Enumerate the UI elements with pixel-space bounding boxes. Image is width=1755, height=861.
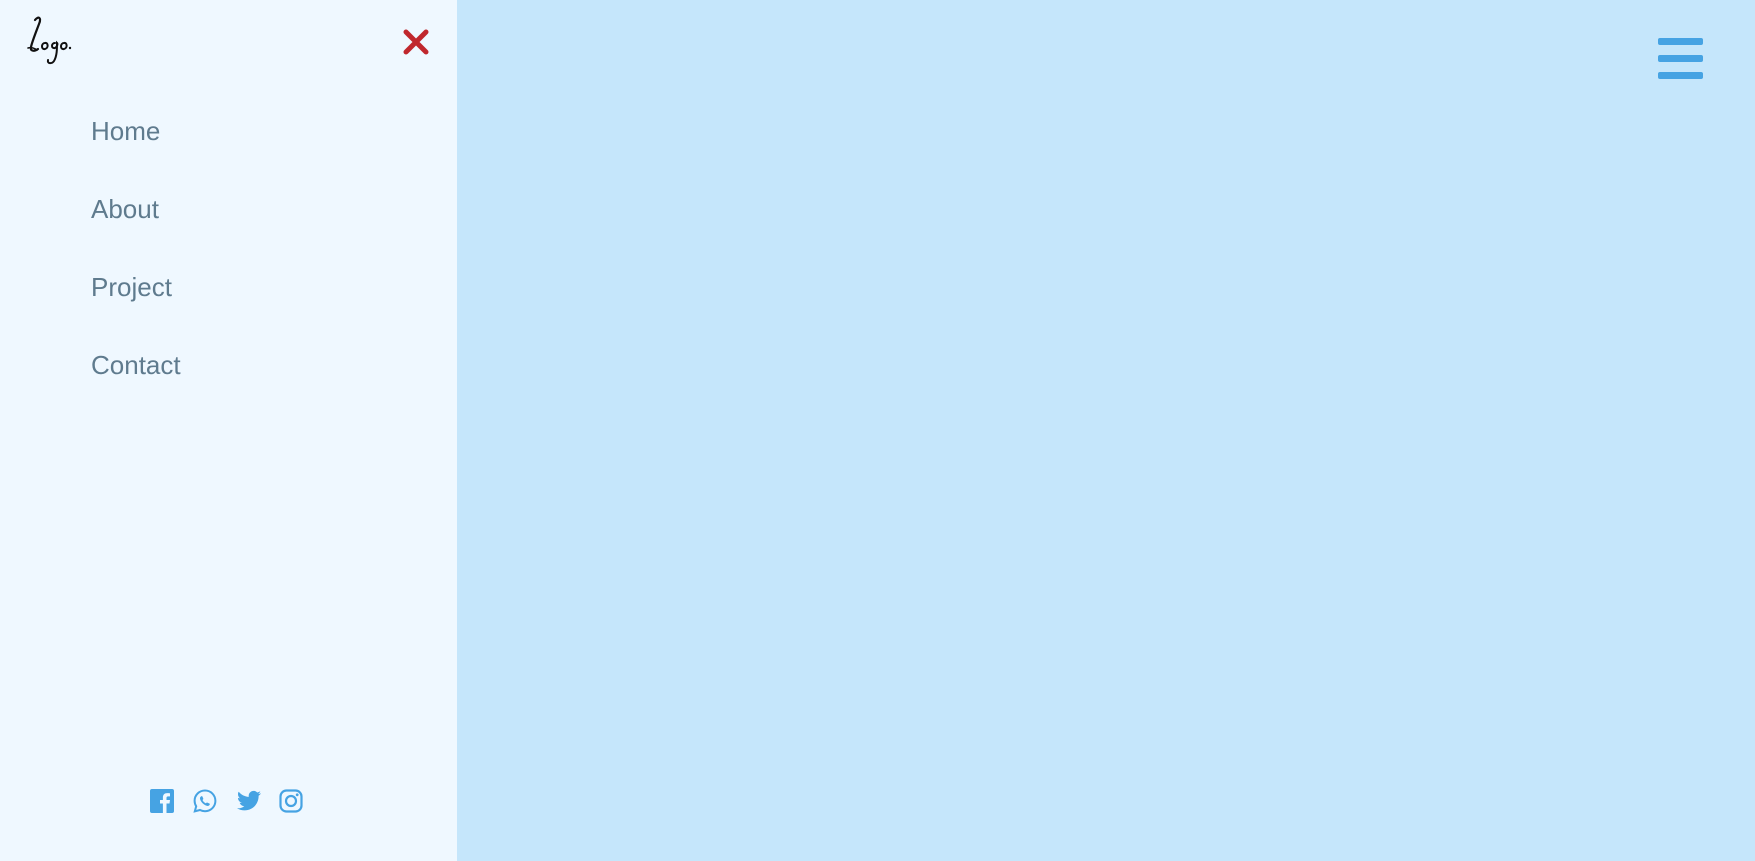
instagram-icon: [279, 789, 303, 813]
page: Home About Project Contact: [0, 0, 1755, 861]
whatsapp-link[interactable]: [192, 788, 218, 814]
whatsapp-icon: [193, 789, 217, 813]
hamburger-bar: [1658, 72, 1703, 79]
nav-link-home[interactable]: Home: [91, 116, 160, 146]
nav-item-about: About: [91, 194, 181, 272]
close-menu-button[interactable]: [398, 24, 434, 60]
sidebar-nav: Home About Project Contact: [91, 116, 181, 428]
nav-item-project: Project: [91, 272, 181, 350]
sidebar-menu: Home About Project Contact: [0, 0, 457, 861]
twitter-link[interactable]: [235, 788, 261, 814]
nav-item-contact: Contact: [91, 350, 181, 428]
facebook-icon: [150, 789, 174, 813]
hamburger-menu-button[interactable]: [1654, 34, 1706, 82]
nav-link-contact[interactable]: Contact: [91, 350, 181, 380]
close-icon: [403, 29, 429, 55]
logo[interactable]: [26, 14, 74, 66]
nav-link-project[interactable]: Project: [91, 272, 172, 302]
facebook-link[interactable]: [149, 788, 175, 814]
hamburger-bar: [1658, 38, 1703, 45]
hamburger-bar: [1658, 55, 1703, 62]
nav-item-home: Home: [91, 116, 181, 194]
instagram-link[interactable]: [278, 788, 304, 814]
nav-link-about[interactable]: About: [91, 194, 159, 224]
logo-script-mark: [27, 16, 72, 65]
social-links: [149, 788, 304, 814]
twitter-icon: [237, 790, 261, 811]
